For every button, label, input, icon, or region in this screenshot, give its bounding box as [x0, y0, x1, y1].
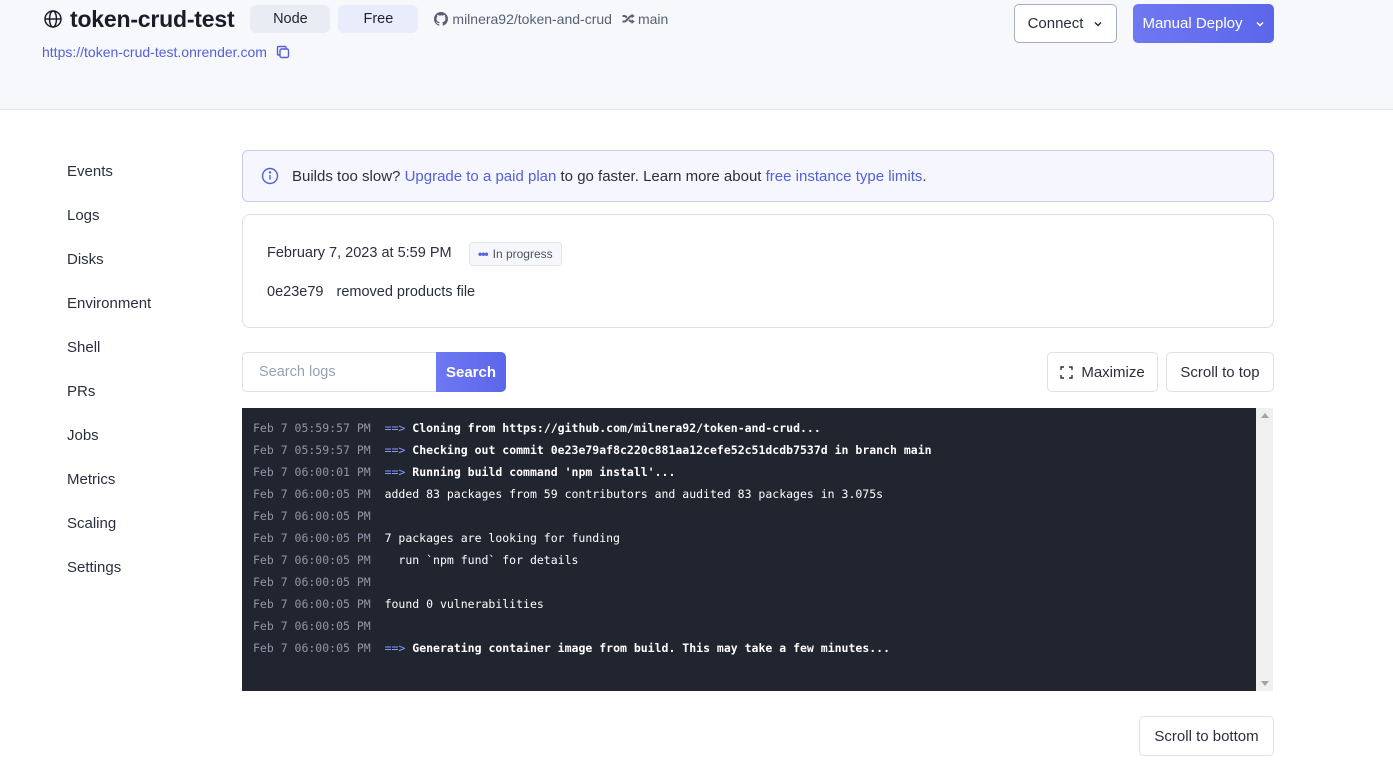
scroll-up-arrow-icon[interactable]: [1261, 413, 1269, 418]
log-line: Feb 7 06:00:05 PM: [253, 617, 932, 639]
log-lines: Feb 7 05:59:57 PM ==> Cloning from https…: [253, 419, 932, 661]
status-label: In progress: [492, 247, 553, 261]
log-line: Feb 7 06:00:05 PM added 83 packages from…: [253, 485, 932, 507]
service-url-row: https://token-crud-test.onrender.com: [42, 44, 290, 60]
sidebar-item-jobs[interactable]: Jobs: [67, 426, 151, 470]
log-arrow: ==>: [384, 465, 406, 479]
log-message: Generating container image from build. T…: [412, 641, 891, 655]
banner-text-2: to go faster. Learn more about: [556, 167, 766, 185]
log-timestamp: Feb 7 06:00:05 PM: [253, 553, 371, 567]
maximize-icon: [1060, 365, 1074, 379]
log-timestamp: Feb 7 06:00:05 PM: [253, 619, 371, 633]
sidebar-item-disks[interactable]: Disks: [67, 250, 151, 294]
chevron-down-icon: [1094, 21, 1102, 27]
banner-text-3: .: [922, 167, 927, 185]
log-arrow: ==>: [384, 421, 406, 435]
log-console[interactable]: Feb 7 05:59:57 PM ==> Cloning from https…: [242, 408, 1273, 691]
log-line: Feb 7 06:00:05 PM run `npm fund` for det…: [253, 551, 932, 573]
log-timestamp: Feb 7 05:59:57 PM: [253, 443, 371, 457]
branch-name: main: [637, 11, 669, 27]
connect-button[interactable]: Connect: [1014, 4, 1117, 43]
sidebar-item-events[interactable]: Events: [67, 162, 151, 206]
sidebar-item-scaling[interactable]: Scaling: [67, 514, 151, 558]
log-timestamp: Feb 7 06:00:05 PM: [253, 597, 371, 611]
service-url-link[interactable]: https://token-crud-test.onrender.com: [42, 44, 267, 60]
log-arrow: ==>: [384, 641, 406, 655]
globe-icon: [43, 9, 63, 29]
log-timestamp: Feb 7 06:00:05 PM: [253, 531, 371, 545]
log-message: Checking out commit 0e23e79af8c220c881aa…: [412, 443, 932, 457]
sidebar-item-prs[interactable]: PRs: [67, 382, 151, 426]
scroll-down-arrow-icon[interactable]: [1261, 681, 1269, 686]
log-message: added 83 packages from 59 contributors a…: [384, 487, 884, 501]
instance-limits-link[interactable]: free instance type limits: [766, 168, 923, 185]
sidebar-item-logs[interactable]: Logs: [67, 206, 151, 250]
plan-badge: Free: [338, 5, 419, 33]
log-timestamp: Feb 7 06:00:01 PM: [253, 465, 371, 479]
log-line: Feb 7 06:00:05 PM found 0 vulnerabilitie…: [253, 595, 932, 617]
copy-icon[interactable]: [276, 45, 290, 59]
log-timestamp: Feb 7 06:00:05 PM: [253, 575, 371, 589]
search-button[interactable]: Search: [436, 352, 506, 392]
log-line: Feb 7 06:00:05 PM 7 packages are looking…: [253, 529, 932, 551]
log-line: Feb 7 06:00:05 PM: [253, 507, 932, 529]
service-name: token-crud-test: [70, 5, 235, 32]
scroll-to-bottom-button[interactable]: Scroll to bottom: [1139, 716, 1274, 756]
log-line: Feb 7 06:00:05 PM: [253, 573, 932, 595]
log-message: run `npm fund` for details: [384, 553, 579, 567]
info-icon: [261, 167, 279, 185]
log-scrollbar[interactable]: [1256, 408, 1273, 691]
log-timestamp: Feb 7 05:59:57 PM: [253, 421, 371, 435]
log-timestamp: Feb 7 06:00:05 PM: [253, 487, 371, 501]
log-line: Feb 7 06:00:05 PM ==> Generating contain…: [253, 639, 932, 661]
sidebar-item-shell[interactable]: Shell: [67, 338, 151, 382]
log-message: Cloning from https://github.com/milnera9…: [412, 421, 821, 435]
git-branch-icon: 🔀︎: [621, 11, 635, 27]
log-arrow: ==>: [384, 443, 406, 457]
log-message: found 0 vulnerabilities: [384, 597, 544, 611]
connect-label: Connect: [1027, 15, 1084, 32]
branch-link[interactable]: 🔀︎ main: [622, 10, 668, 29]
chevron-down-icon: [1256, 21, 1264, 27]
log-line: Feb 7 06:00:01 PM ==> Running build comm…: [253, 463, 932, 485]
upgrade-banner: Builds too slow? Upgrade to a paid plan …: [242, 150, 1274, 202]
repo-link[interactable]: milnera92/token-and-crud: [434, 11, 612, 27]
commit-message: removed products file: [336, 284, 476, 300]
service-title-row: token-crud-test Node Free milnera92/toke…: [43, 5, 668, 33]
manual-deploy-label: Manual Deploy: [1142, 15, 1243, 32]
log-timestamp: Feb 7 06:00:05 PM: [253, 641, 371, 655]
search-logs-input[interactable]: [242, 352, 438, 392]
sidebar-item-environment[interactable]: Environment: [67, 294, 151, 338]
log-line: Feb 7 05:59:57 PM ==> Cloning from https…: [253, 419, 932, 441]
repo-name: milnera92/token-and-crud: [452, 11, 612, 27]
deploy-card[interactable]: February 7, 2023 at 5:59 PM ••• In progr…: [242, 214, 1274, 328]
log-line: Feb 7 05:59:57 PM ==> Checking out commi…: [253, 441, 932, 463]
banner-text-1: Builds too slow?: [292, 167, 405, 185]
deploy-date: February 7, 2023 at 5:59 PM: [267, 245, 452, 261]
scroll-to-top-button[interactable]: Scroll to top: [1166, 352, 1274, 392]
status-badge: ••• In progress: [469, 242, 562, 266]
manual-deploy-button[interactable]: Manual Deploy: [1133, 4, 1274, 43]
log-message: Running build command 'npm install'...: [412, 465, 676, 479]
service-header: token-crud-test Node Free milnera92/toke…: [0, 0, 1393, 110]
log-message: 7 packages are looking for funding: [384, 531, 620, 545]
commit-row: 0e23e79 removed products file: [267, 284, 475, 300]
in-progress-icon: •••: [478, 247, 489, 261]
maximize-button[interactable]: Maximize: [1047, 352, 1158, 392]
commit-hash[interactable]: 0e23e79: [267, 284, 323, 300]
sidebar-item-settings[interactable]: Settings: [67, 558, 151, 602]
runtime-badge: Node: [250, 5, 331, 33]
sidebar-item-metrics[interactable]: Metrics: [67, 470, 151, 514]
upgrade-plan-link[interactable]: Upgrade to a paid plan: [405, 168, 557, 185]
service-sidebar: Events Logs Disks Environment Shell PRs …: [67, 162, 151, 602]
log-timestamp: Feb 7 06:00:05 PM: [253, 509, 371, 523]
github-icon: [434, 12, 449, 26]
maximize-label: Maximize: [1081, 363, 1145, 381]
